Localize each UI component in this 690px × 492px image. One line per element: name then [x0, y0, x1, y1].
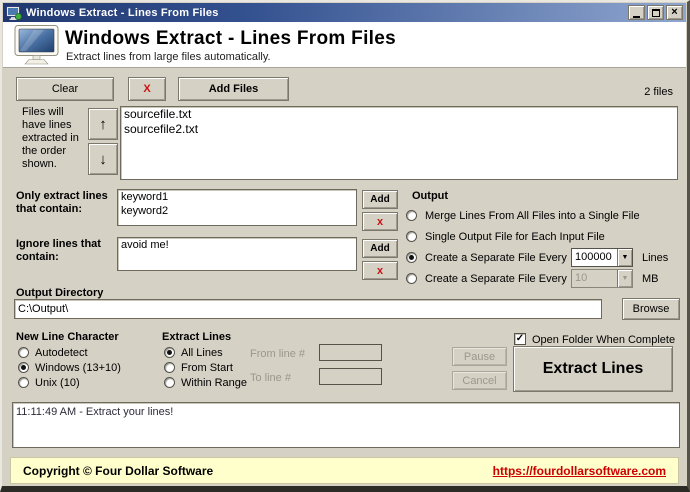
- radio-label[interactable]: Single Output File for Each Input File: [425, 231, 605, 243]
- log-output[interactable]: 11:11:49 AM - Extract your lines!: [12, 402, 680, 448]
- check-icon: ✓: [516, 334, 524, 344]
- chevron-down-icon[interactable]: ▼: [617, 249, 632, 266]
- include-filter-label: Only extract lines that contain:: [16, 190, 116, 216]
- minimize-button[interactable]: [628, 5, 645, 20]
- ignore-add-button[interactable]: Add: [362, 239, 398, 258]
- radio-label[interactable]: Create a Separate File Every: [425, 252, 567, 264]
- dropdown-value: 10: [572, 270, 617, 287]
- remove-file-button[interactable]: X: [128, 77, 166, 101]
- lines-unit-label: Lines: [642, 252, 668, 264]
- lines-count-dropdown[interactable]: 100000 ▼: [571, 248, 633, 267]
- include-add-button[interactable]: Add: [362, 190, 398, 209]
- maximize-icon: [652, 9, 660, 17]
- window-title: Windows Extract - Lines From Files: [26, 7, 628, 19]
- radio-unix-newline[interactable]: [18, 377, 29, 388]
- close-icon: ×: [671, 7, 677, 18]
- radio-label[interactable]: Create a Separate File Every: [425, 273, 567, 285]
- minimize-icon: [633, 16, 640, 18]
- chevron-down-icon: ▼: [617, 270, 632, 287]
- ignore-remove-button[interactable]: x: [362, 261, 398, 280]
- file-list[interactable]: sourcefile.txt sourcefile2.txt: [120, 106, 678, 180]
- website-link[interactable]: https://fourdollarsoftware.com: [493, 464, 666, 478]
- ignore-filter-label: Ignore lines that contain:: [16, 238, 116, 264]
- mb-unit-label: MB: [642, 273, 659, 285]
- output-directory-input[interactable]: C:\Output\: [14, 299, 602, 319]
- footer-bar: Copyright © Four Dollar Software https:/…: [10, 457, 679, 484]
- radio-autodetect[interactable]: [18, 347, 29, 358]
- radio-file-per-input[interactable]: [406, 231, 417, 242]
- extract-lines-button[interactable]: Extract Lines: [513, 346, 673, 392]
- clear-button[interactable]: Clear: [16, 77, 114, 101]
- from-line-label: From line #: [250, 348, 305, 360]
- add-files-button[interactable]: Add Files: [178, 77, 289, 101]
- arrow-up-icon: ↑: [99, 116, 107, 133]
- radio-within-range[interactable]: [164, 377, 175, 388]
- radio-label[interactable]: Autodetect: [35, 347, 88, 359]
- output-directory-value: C:\Output\: [15, 300, 601, 318]
- output-directory-label: Output Directory: [16, 287, 103, 299]
- radio-label[interactable]: Unix (10): [35, 377, 80, 389]
- ignore-filter-list[interactable]: avoid me!: [117, 237, 357, 271]
- to-line-input: [319, 368, 382, 385]
- maximize-button[interactable]: [647, 5, 664, 20]
- radio-label[interactable]: Windows (13+10): [35, 362, 121, 374]
- open-folder-checkbox[interactable]: ✓: [514, 333, 526, 345]
- move-down-button[interactable]: ↓: [88, 143, 118, 175]
- title-bar: Windows Extract - Lines From Files ×: [3, 3, 686, 22]
- radio-split-by-mb[interactable]: [406, 273, 417, 284]
- dropdown-value: 100000: [572, 249, 617, 266]
- log-line: 11:11:49 AM - Extract your lines!: [13, 403, 679, 419]
- to-line-label: To line #: [250, 372, 291, 384]
- radio-label[interactable]: Within Range: [181, 377, 247, 389]
- output-heading: Output: [412, 190, 448, 202]
- mb-count-dropdown: 10 ▼: [571, 269, 633, 288]
- pause-button: Pause: [452, 347, 507, 366]
- radio-label[interactable]: From Start: [181, 362, 233, 374]
- list-item[interactable]: keyword2: [118, 204, 356, 218]
- list-item[interactable]: sourcefile.txt: [121, 107, 677, 122]
- radio-merge-single-file[interactable]: [406, 210, 417, 221]
- from-line-input: [319, 344, 382, 361]
- newline-heading: New Line Character: [16, 331, 119, 343]
- file-count: 2 files: [644, 86, 673, 98]
- file-order-hint: Files will have lines extracted in the o…: [22, 106, 86, 171]
- include-filter-list[interactable]: keyword1 keyword2: [117, 189, 357, 226]
- move-up-button[interactable]: ↑: [88, 108, 118, 140]
- arrow-down-icon: ↓: [99, 151, 107, 168]
- radio-label[interactable]: All Lines: [181, 347, 223, 359]
- monitor-icon: [14, 25, 60, 68]
- radio-split-by-lines[interactable]: [406, 252, 417, 263]
- cancel-button: Cancel: [452, 371, 507, 390]
- list-item[interactable]: sourcefile2.txt: [121, 122, 677, 137]
- page-subtitle: Extract lines from large files automatic…: [66, 51, 271, 63]
- radio-label[interactable]: Merge Lines From All Files into a Single…: [425, 210, 640, 222]
- include-remove-button[interactable]: x: [362, 212, 398, 231]
- list-item[interactable]: avoid me!: [118, 238, 356, 252]
- copyright-text: Copyright © Four Dollar Software: [23, 464, 213, 478]
- radio-from-start[interactable]: [164, 362, 175, 373]
- open-folder-label[interactable]: Open Folder When Complete: [532, 334, 675, 346]
- app-icon: [6, 6, 22, 20]
- app-window: Windows Extract - Lines From Files ×: [0, 0, 690, 492]
- radio-windows-newline[interactable]: [18, 362, 29, 373]
- app-header: Windows Extract - Lines From Files Extra…: [3, 22, 686, 68]
- close-button[interactable]: ×: [666, 5, 683, 20]
- browse-button[interactable]: Browse: [622, 298, 680, 320]
- radio-all-lines[interactable]: [164, 347, 175, 358]
- list-item[interactable]: keyword1: [118, 190, 356, 204]
- extract-lines-heading: Extract Lines: [162, 331, 231, 343]
- page-title: Windows Extract - Lines From Files: [65, 28, 396, 50]
